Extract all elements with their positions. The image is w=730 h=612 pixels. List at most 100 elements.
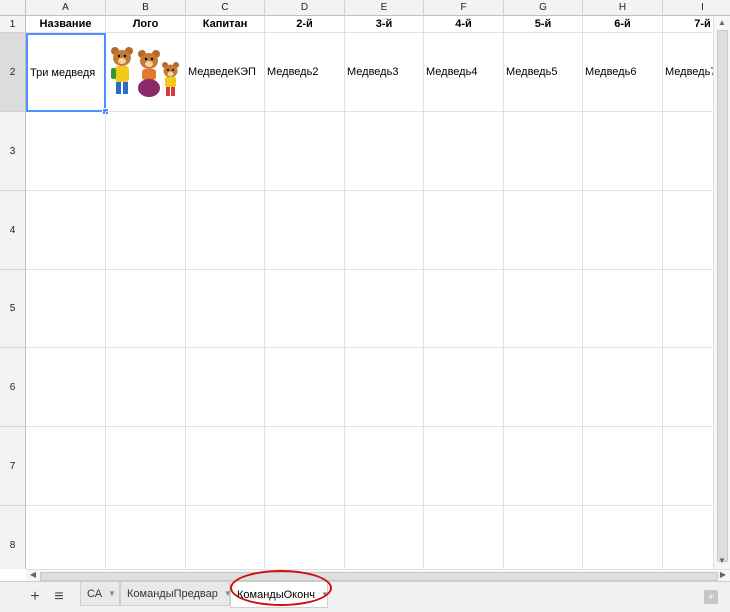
cell-b8[interactable] [106,506,186,569]
row-header-5[interactable]: 5 [0,270,26,348]
explore-icon[interactable]: + [704,590,718,604]
cell-g4[interactable] [504,191,583,270]
column-header-d[interactable]: D [265,0,345,16]
cell-i5[interactable] [663,270,713,348]
cell-b5[interactable] [106,270,186,348]
cell-h7[interactable] [583,427,663,506]
row-header-6[interactable]: 6 [0,348,26,427]
cell-f1[interactable]: 4-й [424,16,504,33]
cell-f8[interactable] [424,506,504,569]
cell-d3[interactable] [265,112,345,191]
cell-b3[interactable] [106,112,186,191]
column-header-e[interactable]: E [345,0,424,16]
row-header-1[interactable]: 1 [0,16,26,33]
list-icon[interactable]: ≡ [51,582,67,612]
chevron-down-icon[interactable]: ▼ [108,589,116,598]
row-header-2[interactable]: 2 [0,33,26,112]
cell-c6[interactable] [186,348,265,427]
column-header-g[interactable]: G [504,0,583,16]
cell-b2[interactable] [106,33,186,112]
chevron-down-icon[interactable]: ▼ [321,590,329,599]
cell-f4[interactable] [424,191,504,270]
column-header-a[interactable]: A [26,0,106,16]
cell-i2[interactable]: Медведь7 [663,33,713,112]
cell-c8[interactable] [186,506,265,569]
cell-h3[interactable] [583,112,663,191]
sheet-tab-komandy-predvar[interactable]: КомандыПредвар ▼ [120,582,232,606]
scroll-left-arrow-icon[interactable]: ◀ [26,570,40,580]
cell-h1[interactable]: 6-й [583,16,663,33]
cell-b6[interactable] [106,348,186,427]
cell-c1[interactable]: Капитан [186,16,265,33]
cell-g6[interactable] [504,348,583,427]
cell-i4[interactable] [663,191,713,270]
cell-e7[interactable] [345,427,424,506]
cell-h5[interactable] [583,270,663,348]
cell-g3[interactable] [504,112,583,191]
cell-g8[interactable] [504,506,583,569]
cell-g5[interactable] [504,270,583,348]
select-all-corner[interactable] [0,0,26,16]
vertical-scrollbar[interactable]: ▲ ▼ [713,16,730,569]
cell-d1[interactable]: 2-й [265,16,345,33]
cell-f2[interactable]: Медведь4 [424,33,504,112]
cell-e2[interactable]: Медведь3 [345,33,424,112]
cell-h8[interactable] [583,506,663,569]
sheet-tab-komandy-okonch[interactable]: КомандыОконч ▼ [230,582,329,608]
cell-f3[interactable] [424,112,504,191]
cell-b1[interactable]: Лого [106,16,186,33]
cell-i1[interactable]: 7-й [663,16,713,33]
horizontal-scrollbar[interactable]: ◀ ▶ [26,569,730,581]
cell-i7[interactable] [663,427,713,506]
cell-c4[interactable] [186,191,265,270]
plus-icon[interactable]: + [27,582,43,612]
cell-d8[interactable] [265,506,345,569]
cell-a3[interactable] [26,112,106,191]
cell-f6[interactable] [424,348,504,427]
cell-a4[interactable] [26,191,106,270]
cell-d2[interactable]: Медведь2 [265,33,345,112]
cell-g2[interactable]: Медведь5 [504,33,583,112]
column-header-b[interactable]: B [106,0,186,16]
cell-b7[interactable] [106,427,186,506]
column-header-f[interactable]: F [424,0,504,16]
cell-i3[interactable] [663,112,713,191]
cell-f5[interactable] [424,270,504,348]
cell-c2[interactable]: МедведеКЭП [186,33,265,112]
cell-e6[interactable] [345,348,424,427]
cell-e4[interactable] [345,191,424,270]
column-header-h[interactable]: H [583,0,663,16]
cell-i6[interactable] [663,348,713,427]
cell-e5[interactable] [345,270,424,348]
row-header-7[interactable]: 7 [0,427,26,506]
cell-a6[interactable] [26,348,106,427]
cell-c5[interactable] [186,270,265,348]
cell-d5[interactable] [265,270,345,348]
row-header-3[interactable]: 3 [0,112,26,191]
row-header-4[interactable]: 4 [0,191,26,270]
cell-d4[interactable] [265,191,345,270]
cell-h4[interactable] [583,191,663,270]
cell-a2[interactable]: Три медведя [26,33,106,112]
cell-i8[interactable] [663,506,713,569]
horizontal-scrollbar-thumb[interactable] [40,572,718,581]
cell-h6[interactable] [583,348,663,427]
column-header-i[interactable]: I [663,0,713,16]
cell-a5[interactable] [26,270,106,348]
cell-a7[interactable] [26,427,106,506]
scroll-down-arrow-icon[interactable]: ▼ [715,556,729,566]
cell-a1[interactable]: Название [26,16,106,33]
cell-f7[interactable] [424,427,504,506]
vertical-scrollbar-thumb[interactable] [717,30,728,562]
cell-h2[interactable]: Медведь6 [583,33,663,112]
cell-d6[interactable] [265,348,345,427]
cell-g1[interactable]: 5-й [504,16,583,33]
cell-c7[interactable] [186,427,265,506]
cell-b4[interactable] [106,191,186,270]
cell-e1[interactable]: 3-й [345,16,424,33]
sheet-tab-sa[interactable]: СА ▼ [80,582,120,606]
cell-g7[interactable] [504,427,583,506]
cell-a8[interactable] [26,506,106,569]
row-header-8[interactable]: 8 [0,506,26,569]
cell-d7[interactable] [265,427,345,506]
